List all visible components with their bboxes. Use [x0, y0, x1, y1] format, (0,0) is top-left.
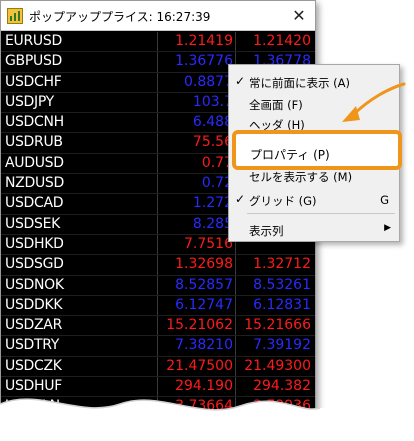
- ask-cell: 8.53261: [253, 276, 311, 293]
- bid-cell: 8.285: [192, 215, 233, 232]
- table-row[interactable]: USDDKK 6.12747 6.12831: [1, 296, 315, 317]
- ask-cell: 7.39192: [253, 337, 311, 354]
- ask-cell: 1.32712: [253, 256, 311, 273]
- pointer-arrow-icon: [342, 82, 406, 122]
- symbol-cell: AUDUSD: [5, 154, 64, 171]
- symbol-cell: USDZAR: [5, 317, 63, 334]
- menu-item-properties[interactable]: プロパティ (P): [232, 130, 402, 170]
- bid-cell: 15.21062: [166, 317, 233, 334]
- ask-cell: 21.49300: [244, 357, 311, 374]
- symbol-cell: USDTRY: [5, 337, 60, 354]
- symbol-cell: USDCAD: [5, 195, 64, 212]
- torn-edge-decoration: [0, 398, 414, 441]
- symbol-cell: USDCHF: [5, 73, 62, 90]
- bid-cell: 1.272: [192, 195, 233, 212]
- symbol-cell: USDSGD: [5, 256, 64, 273]
- bid-cell: 103.7: [192, 93, 233, 110]
- ask-cell: 15.21666: [244, 317, 311, 334]
- check-icon: ✓: [235, 74, 246, 88]
- menu-item-grid[interactable]: ✓ グリッド (G) G: [229, 189, 399, 211]
- bid-cell: 6.12747: [175, 296, 233, 313]
- bid-cell: 1.32698: [175, 256, 233, 273]
- bid-cell: 0.77: [201, 154, 233, 171]
- title-bar[interactable]: ポップアッププライス: 16:27:39 ✕: [1, 1, 315, 31]
- window-title: ポップアッププライス: 16:27:39: [29, 10, 211, 24]
- menu-item-columns[interactable]: 表示列 ▶: [229, 219, 399, 241]
- symbol-cell: USDRUB: [5, 134, 63, 151]
- bid-cell: 21.47500: [166, 357, 233, 374]
- symbol-cell: USDSEK: [5, 215, 61, 232]
- check-icon: ✓: [235, 192, 246, 206]
- bid-cell: 0.72: [201, 175, 233, 192]
- submenu-arrow-icon: ▶: [384, 223, 391, 233]
- table-row[interactable]: EURUSD 1.21419 1.21420: [1, 32, 315, 53]
- bid-cell: 1.21419: [175, 33, 233, 49]
- table-row[interactable]: USDNOK 8.52857 8.53261: [1, 276, 315, 296]
- menu-separator: [247, 213, 395, 214]
- symbol-cell: USDCNH: [5, 114, 64, 131]
- app-chart-icon: [7, 8, 23, 24]
- symbol-cell: USDNOK: [5, 276, 64, 293]
- ask-cell: 1.21420: [253, 33, 311, 49]
- bid-cell: 0.8877: [184, 73, 233, 90]
- table-row[interactable]: USDCZK 21.47500 21.49300: [1, 357, 315, 378]
- bid-cell: 1.36776: [175, 53, 233, 70]
- symbol-cell: USDHKD: [5, 235, 64, 252]
- bid-cell: 7.7516: [184, 235, 233, 252]
- table-row[interactable]: USDTRY 7.38210 7.39192: [1, 336, 315, 357]
- table-row[interactable]: USDSGD 1.32698 1.32712: [1, 255, 315, 276]
- bid-cell: 7.38210: [175, 337, 233, 354]
- bid-cell: 75.56: [192, 134, 233, 151]
- symbol-cell: USDJPY: [5, 93, 54, 110]
- symbol-cell: GBPUSD: [5, 53, 63, 70]
- bid-cell: 8.52857: [175, 276, 233, 293]
- close-icon[interactable]: ✕: [289, 5, 309, 25]
- symbol-cell: USDCZK: [5, 357, 62, 374]
- symbol-cell: USDDKK: [5, 296, 63, 313]
- symbol-cell: NZDUSD: [5, 175, 64, 192]
- ask-cell: 6.12831: [253, 296, 311, 313]
- table-row[interactable]: USDZAR 15.21062 15.21666: [1, 316, 315, 337]
- symbol-cell: EURUSD: [5, 33, 62, 49]
- bid-cell: 6.488: [192, 114, 233, 131]
